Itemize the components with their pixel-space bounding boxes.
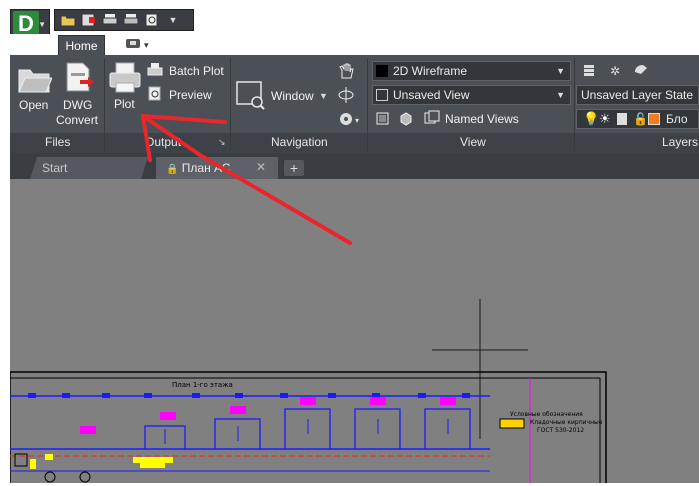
annotation-arrow [141,114,352,245]
